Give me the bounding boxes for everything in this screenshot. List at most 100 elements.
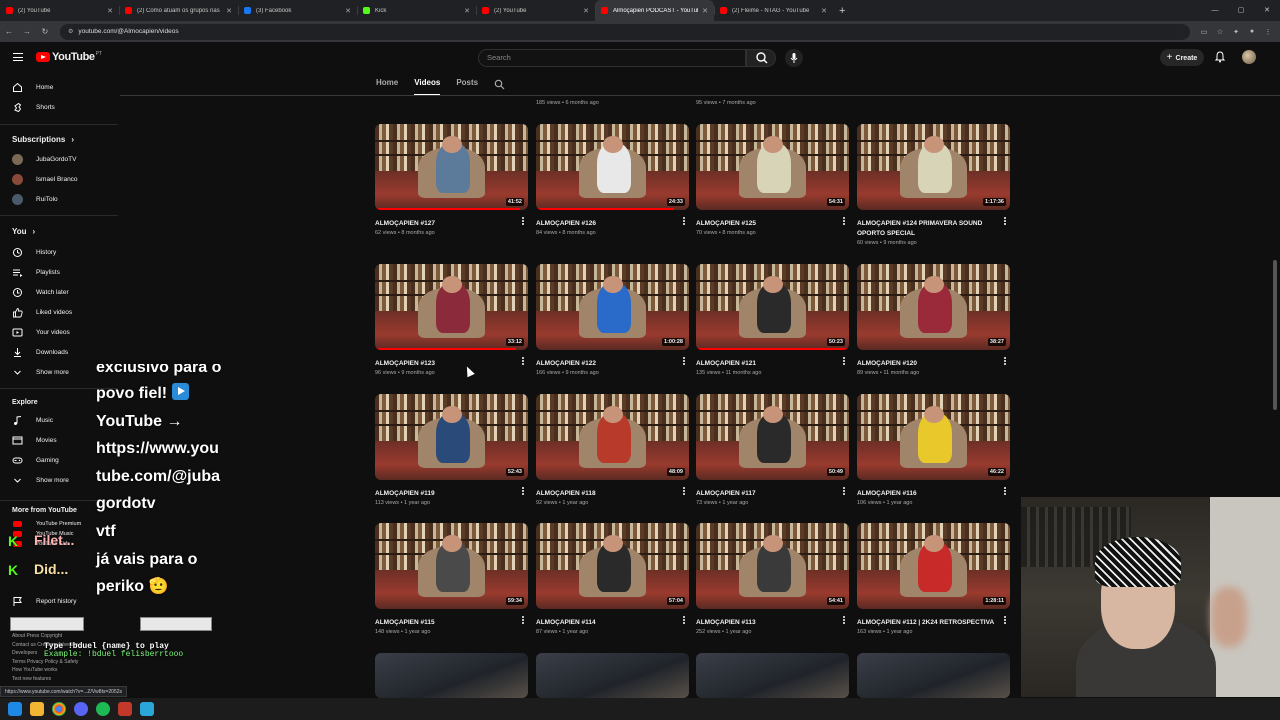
video-thumbnail[interactable]: 59:34 <box>375 523 528 609</box>
video-thumbnail[interactable]: 1:00:28 <box>536 264 689 350</box>
video-card[interactable]: 57:04 ALMOÇAPIEN #114 87 views • 1 year … <box>536 523 689 635</box>
menu-icon[interactable] <box>13 53 23 61</box>
video-options-icon[interactable] <box>843 487 846 496</box>
video-thumbnail[interactable]: 33:12 <box>375 264 528 350</box>
bookmark-star-icon[interactable]: ☆ <box>1212 28 1228 36</box>
tab-close-icon[interactable]: ✕ <box>345 7 351 15</box>
browser-tab[interactable]: (2) Como atuam os grupos nas ✕ <box>119 0 238 21</box>
video-title[interactable]: ALMOÇAPIEN #118 <box>536 489 689 499</box>
tab-home[interactable]: Home <box>376 72 398 96</box>
video-options-icon[interactable] <box>683 616 686 625</box>
video-title[interactable]: ALMOÇAPIEN #116 <box>857 489 1010 499</box>
video-options-icon[interactable] <box>1004 616 1007 625</box>
video-thumbnail[interactable] <box>375 653 528 698</box>
video-title[interactable]: ALMOÇAPIEN #119 <box>375 489 528 499</box>
video-thumbnail[interactable]: 57:04 <box>536 523 689 609</box>
browser-tab[interactable]: (2) Fleime - NTAG - YouTube ✕ <box>714 0 833 21</box>
discord-icon[interactable] <box>74 702 88 716</box>
close-window-icon[interactable]: ✕ <box>1254 0 1280 21</box>
windows-start-icon[interactable] <box>8 702 22 716</box>
tab-close-icon[interactable]: ✕ <box>464 7 470 15</box>
cast-icon[interactable]: ▭ <box>1196 28 1212 36</box>
browser-tab[interactable]: (2) YouTube ✕ <box>0 0 119 21</box>
tab-close-icon[interactable]: ✕ <box>702 7 708 15</box>
video-card[interactable]: 50:23 ALMOÇAPIEN #121 135 views • 11 mon… <box>696 264 849 376</box>
footer-links[interactable]: Terms Privacy Policy & Safety <box>12 659 78 665</box>
tab-close-icon[interactable]: ✕ <box>226 7 232 15</box>
video-card[interactable]: 1:28:11 ALMOÇAPIEN #112 | 2K24 RETROSPEC… <box>857 523 1010 635</box>
video-title[interactable]: ALMOÇAPIEN #113 <box>696 618 849 628</box>
video-card[interactable]: 50:49 ALMOÇAPIEN #117 73 views • 1 year … <box>696 394 849 506</box>
sidebar-item-home[interactable]: Home <box>0 77 118 97</box>
video-card[interactable]: 24:33 ALMOÇAPIEN #126 84 views • 8 month… <box>536 124 689 236</box>
site-info-icon[interactable]: ⚙ <box>68 28 73 35</box>
tab-close-icon[interactable]: ✕ <box>107 7 113 15</box>
scrollbar-thumb[interactable] <box>1273 260 1277 410</box>
video-options-icon[interactable] <box>843 357 846 366</box>
footer-links[interactable]: How YouTube works <box>12 667 57 673</box>
video-options-icon[interactable] <box>843 616 846 625</box>
video-card[interactable]: 59:34 ALMOÇAPIEN #115 148 views • 1 year… <box>375 523 528 635</box>
video-card[interactable]: 41:52 ALMOÇAPIEN #127 62 views • 8 month… <box>375 124 528 236</box>
account-avatar[interactable] <box>1242 50 1256 64</box>
video-card[interactable]: 54:41 ALMOÇAPIEN #113 252 views • 1 year… <box>696 523 849 635</box>
chrome-icon[interactable] <box>52 702 66 716</box>
sidebar-item-your-videos[interactable]: Your videos <box>0 322 118 342</box>
video-thumbnail[interactable] <box>696 653 849 698</box>
sidebar-item-playlists[interactable]: Playlists <box>0 262 118 282</box>
sidebar-item-subscription[interactable]: Ismael Branco <box>0 169 118 189</box>
video-thumbnail[interactable]: 38:27 <box>857 264 1010 350</box>
video-options-icon[interactable] <box>1004 487 1007 496</box>
sidebar-item-subscription[interactable]: JubaGordoTV <box>0 149 118 169</box>
reload-icon[interactable]: ↻ <box>36 27 54 36</box>
video-thumbnail[interactable]: 48:09 <box>536 394 689 480</box>
footer-links[interactable]: Test new features <box>12 676 51 682</box>
video-thumbnail[interactable]: 54:41 <box>696 523 849 609</box>
video-thumbnail[interactable]: 50:49 <box>696 394 849 480</box>
video-thumbnail[interactable]: 1:17:36 <box>857 124 1010 210</box>
sidebar-item-history[interactable]: History <box>0 242 118 262</box>
video-card[interactable]: 1:00:28 ALMOÇAPIEN #122 166 views • 9 mo… <box>536 264 689 376</box>
video-options-icon[interactable] <box>522 616 525 625</box>
video-title[interactable]: ALMOÇAPIEN #114 <box>536 618 689 628</box>
video-title[interactable]: ALMOÇAPIEN #120 <box>857 359 1010 369</box>
video-title[interactable]: ALMOÇAPIEN #122 <box>536 359 689 369</box>
search-input[interactable]: Search <box>478 49 746 67</box>
sidebar-item-shorts[interactable]: Shorts <box>0 97 118 117</box>
youtube-logo[interactable]: YouTube PT <box>36 51 102 63</box>
video-title[interactable]: ALMOÇAPIEN #124 PRIMAVERA SOUND OPORTO S… <box>857 219 1010 239</box>
sidebar-item-downloads[interactable]: Downloads <box>0 342 118 362</box>
subscriptions-heading[interactable]: Subscriptions › <box>12 135 74 144</box>
footer-links[interactable]: Developers <box>12 650 37 656</box>
video-options-icon[interactable] <box>522 217 525 226</box>
video-thumbnail[interactable]: 1:28:11 <box>857 523 1010 609</box>
video-options-icon[interactable] <box>843 217 846 226</box>
video-options-icon[interactable] <box>522 487 525 496</box>
voice-search-button[interactable] <box>785 49 803 67</box>
video-thumbnail[interactable]: 54:31 <box>696 124 849 210</box>
tab-videos[interactable]: Videos <box>414 72 441 96</box>
video-options-icon[interactable] <box>683 217 686 226</box>
extensions-icon[interactable]: ✦ <box>1228 28 1244 36</box>
back-icon[interactable]: ← <box>0 27 18 36</box>
file-explorer-icon[interactable] <box>30 702 44 716</box>
app-icon[interactable] <box>140 702 154 716</box>
video-title[interactable]: ALMOÇAPIEN #123 <box>375 359 528 369</box>
video-options-icon[interactable] <box>1004 217 1007 226</box>
browser-tab[interactable]: (2) YouTube ✕ <box>476 0 595 21</box>
video-title[interactable]: ALMOÇAPIEN #115 <box>375 618 528 628</box>
video-thumbnail[interactable] <box>857 653 1010 698</box>
video-title[interactable]: ALMOÇAPIEN #126 <box>536 219 689 229</box>
video-options-icon[interactable] <box>683 357 686 366</box>
browser-menu-icon[interactable]: ⋮ <box>1260 28 1276 36</box>
video-options-icon[interactable] <box>683 487 686 496</box>
obs-icon[interactable] <box>118 702 132 716</box>
video-card[interactable]: 52:43 ALMOÇAPIEN #119 113 views • 1 year… <box>375 394 528 506</box>
video-options-icon[interactable] <box>1004 357 1007 366</box>
video-thumbnail[interactable] <box>536 653 689 698</box>
footer-links[interactable]: About Press Copyright <box>12 633 62 639</box>
video-thumbnail[interactable]: 52:43 <box>375 394 528 480</box>
sidebar-item-watch-later[interactable]: Watch later <box>0 282 118 302</box>
tab-close-icon[interactable]: ✕ <box>821 7 827 15</box>
url-field[interactable]: ⚙ youtube.com/@Almocapien/videos <box>60 23 1190 40</box>
